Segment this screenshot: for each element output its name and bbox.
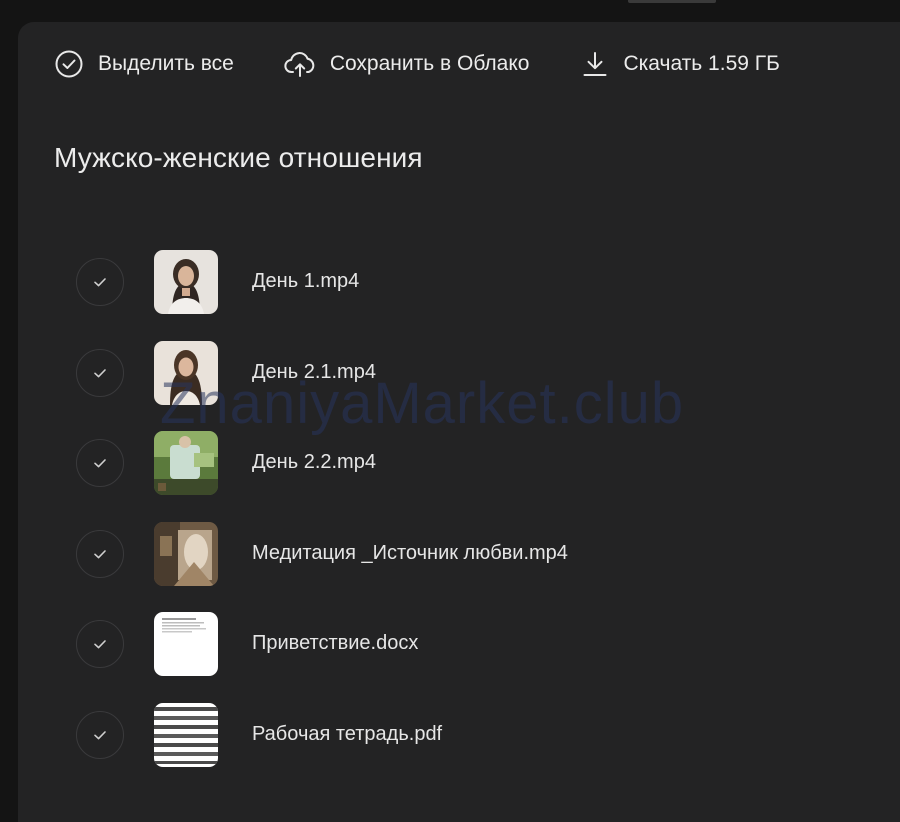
check-icon (94, 368, 106, 377)
select-all-label: Выделить все (98, 52, 234, 75)
file-row[interactable]: Рабочая тетрадь.pdf (76, 702, 876, 794)
file-row[interactable]: Медитация _Источник любви.mp4 (76, 521, 876, 613)
download-icon (581, 49, 609, 79)
file-select-checkbox[interactable] (76, 258, 124, 306)
file-row[interactable]: День 2.1.mp4 (76, 340, 876, 432)
file-select-checkbox[interactable] (76, 529, 124, 578)
pdf-thumbnail (154, 702, 218, 767)
file-name: Рабочая тетрадь.pdf (252, 722, 443, 745)
download-label: Скачать 1.59 ГБ (623, 52, 780, 75)
check-icon (94, 459, 106, 468)
file-select-checkbox[interactable] (76, 620, 124, 668)
check-icon (94, 730, 106, 739)
file-list: День 1.mp4 День 2.1.mp4 День 2.2.mp4 Мед… (76, 250, 876, 793)
file-name: Медитация _Источник любви.mp4 (252, 541, 568, 564)
video-thumbnail (154, 521, 218, 586)
file-name: День 2.2.mp4 (252, 451, 376, 473)
check-icon (94, 549, 106, 558)
file-name: День 2.1.mp4 (252, 360, 376, 383)
video-thumbnail (154, 250, 218, 314)
file-row[interactable]: Приветствие.docx (76, 612, 876, 703)
check-icon (94, 278, 106, 287)
download-button[interactable]: Скачать 1.59 ГБ (581, 49, 780, 79)
file-row[interactable]: День 2.2.mp4 (76, 431, 876, 522)
scroll-indicator (628, 0, 716, 3)
video-thumbnail (154, 431, 218, 495)
folder-title: Мужско-женские отношения (54, 142, 423, 173)
document-thumbnail (154, 612, 218, 676)
file-select-checkbox[interactable] (76, 348, 124, 397)
check-circle-icon (54, 49, 84, 79)
save-to-cloud-label: Сохранить в Облако (329, 52, 530, 75)
file-name: Приветствие.docx (252, 632, 419, 654)
file-name: День 1.mp4 (252, 270, 360, 292)
check-icon (94, 640, 106, 649)
toolbar: Выделить все Сохранить в Облако Скачать … (54, 44, 780, 84)
file-select-checkbox[interactable] (76, 710, 124, 759)
top-strip (0, 0, 900, 22)
file-row[interactable]: День 1.mp4 (76, 250, 876, 341)
file-select-checkbox[interactable] (76, 439, 124, 487)
video-thumbnail (154, 340, 218, 405)
save-to-cloud-button[interactable]: Сохранить в Облако (284, 49, 530, 79)
cloud-upload-icon (284, 49, 316, 79)
select-all-button[interactable]: Выделить все (54, 49, 234, 79)
